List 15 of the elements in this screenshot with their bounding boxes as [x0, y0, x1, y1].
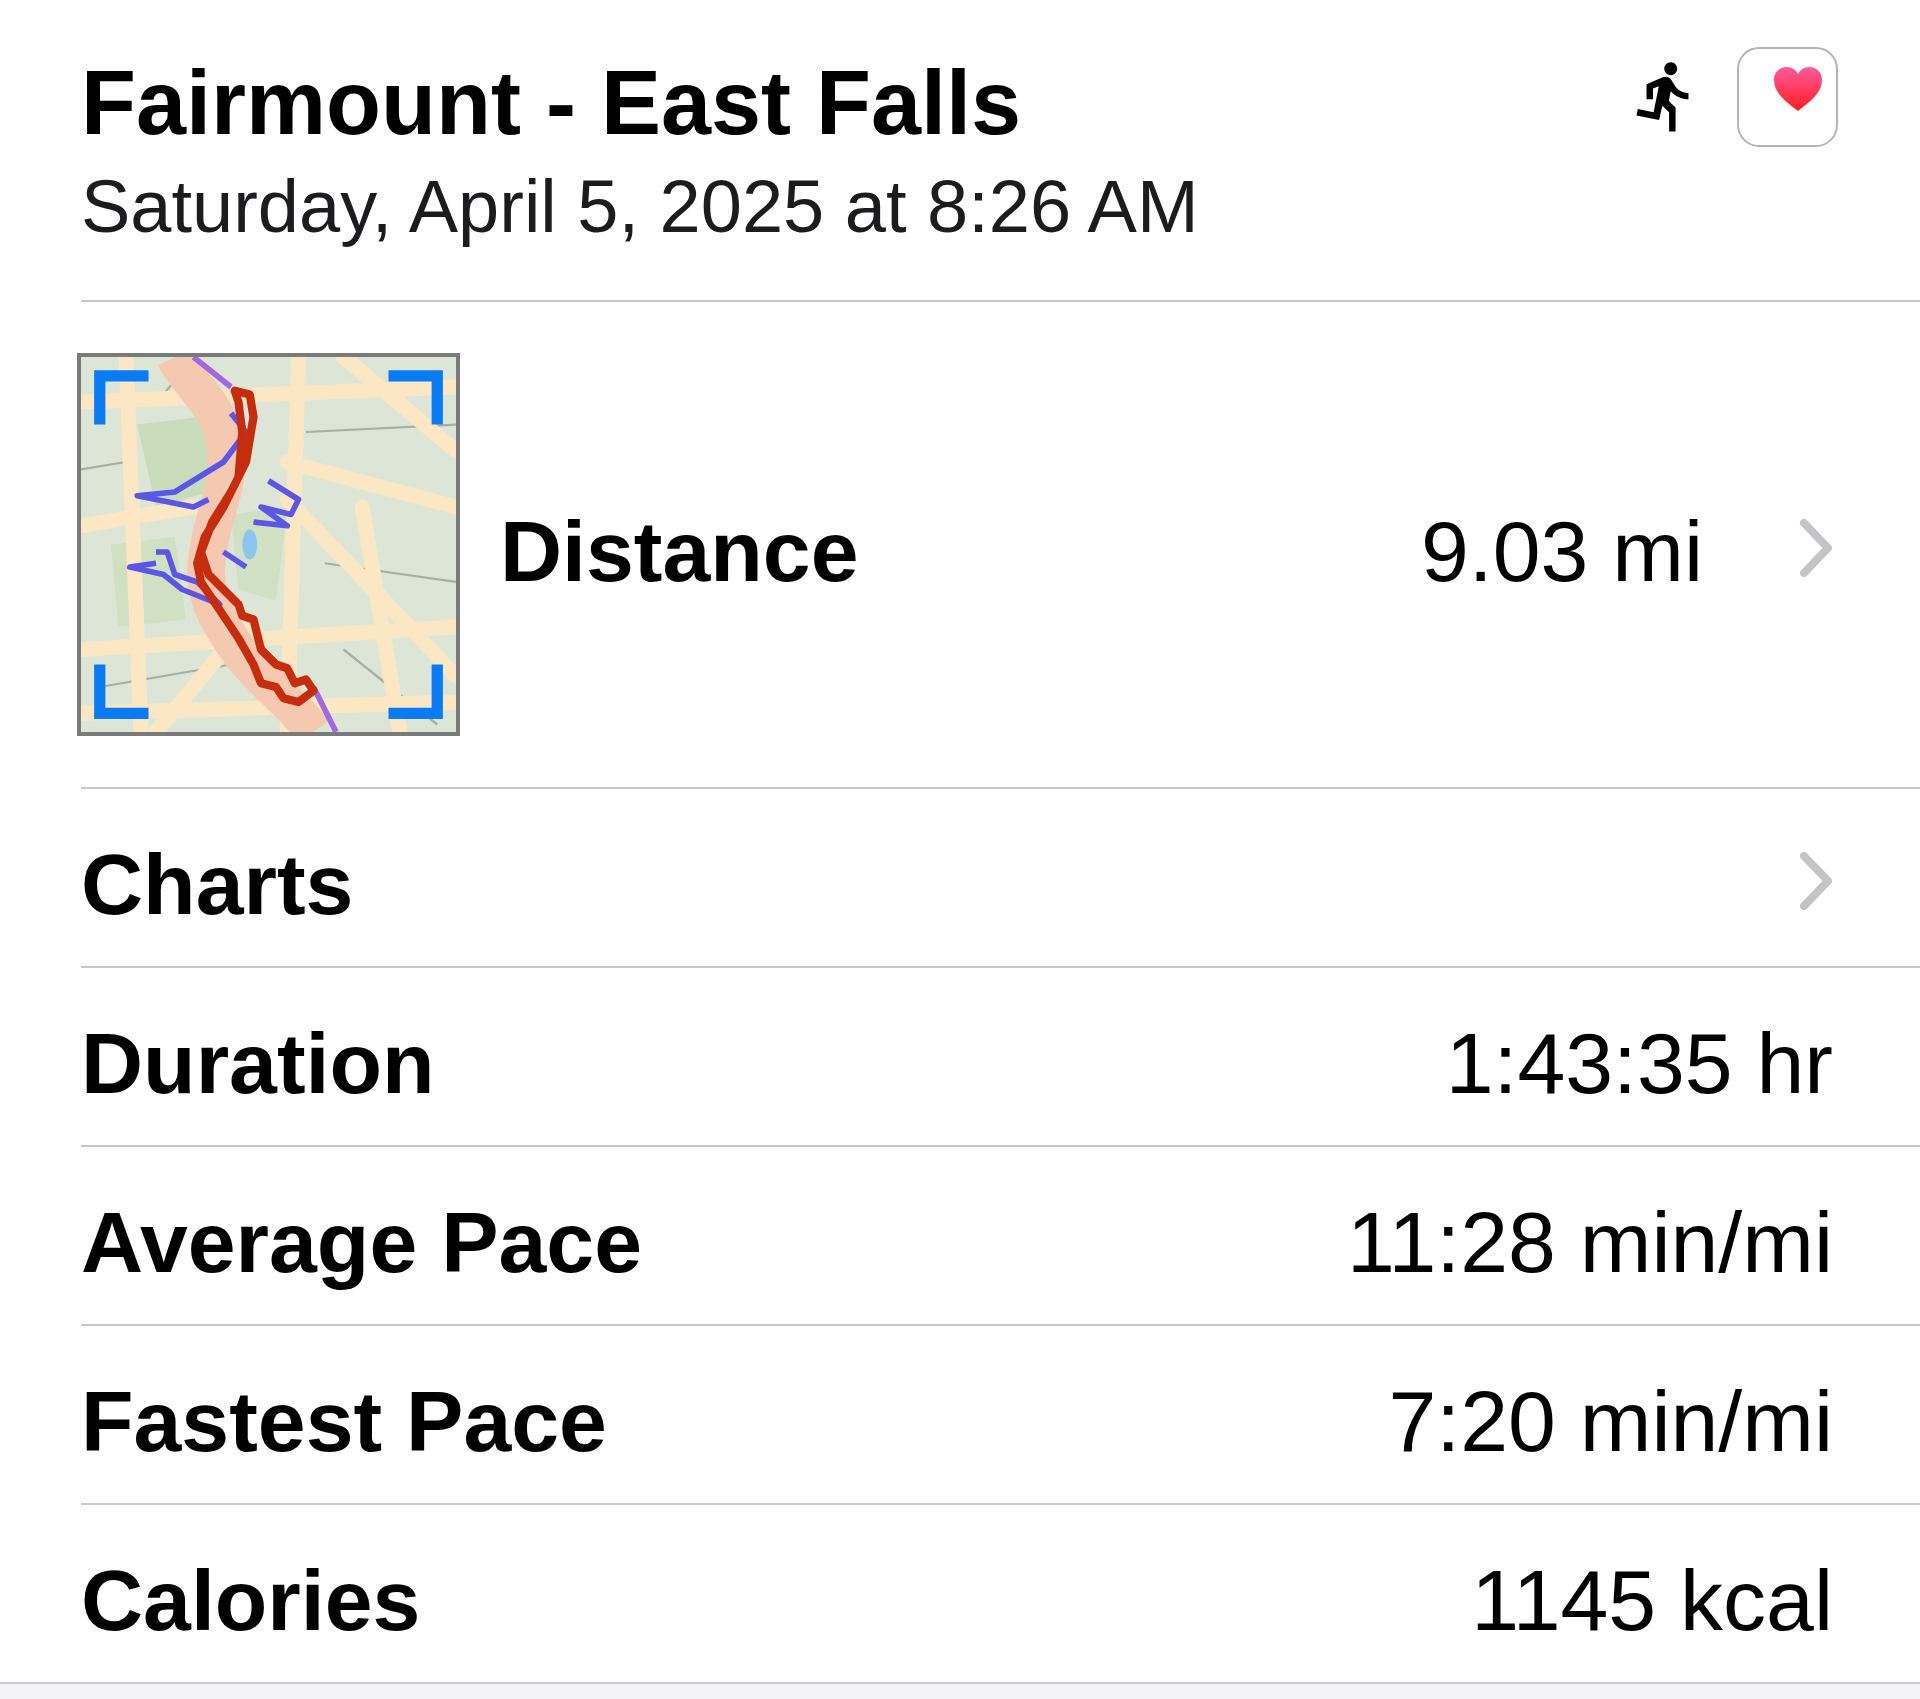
workout-date: Saturday, April 5, 2025 at 8:26 AM — [81, 164, 1199, 250]
workout-title: Fairmount - East Falls — [81, 58, 1023, 148]
chevron-icon — [1799, 517, 1833, 578]
row-value: 9.03 mi — [1420, 502, 1703, 599]
row-label: Fastest Pace — [81, 1371, 607, 1471]
row-label: Calories — [81, 1550, 421, 1650]
chevron-icon — [1799, 850, 1833, 911]
row-label: Charts — [81, 835, 354, 932]
row-label: Average Pace — [81, 1192, 642, 1292]
row-value: 1145 kcal — [1471, 1550, 1833, 1650]
row-value: 1:43:35 hr — [1445, 1013, 1833, 1113]
row-value: 7:20 min/mi — [1388, 1371, 1833, 1471]
row-label: Duration — [81, 1013, 435, 1113]
row-label: Distance — [500, 502, 859, 599]
row-value: 11:28 min/mi — [1347, 1192, 1833, 1292]
